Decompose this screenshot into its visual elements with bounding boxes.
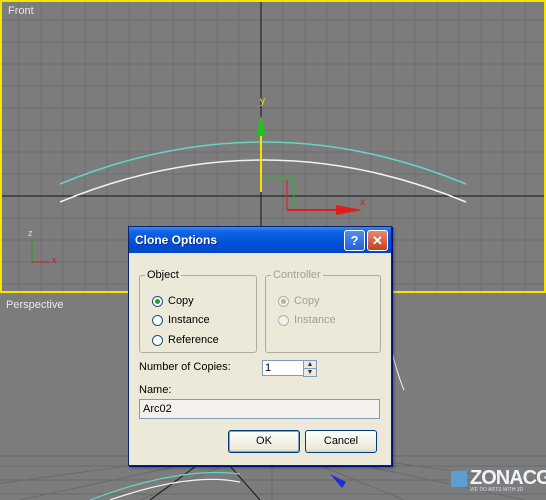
spinner-arrows: ▲ ▼: [303, 360, 317, 377]
radio-icon: [152, 315, 163, 326]
object-group: Object Copy Instance Reference: [139, 269, 257, 353]
number-of-copies-spinner[interactable]: 1 ▲ ▼: [262, 360, 317, 377]
controller-copy-label: Copy: [294, 295, 320, 307]
arc-clone-curve[interactable]: [59, 141, 467, 185]
object-instance-label: Instance: [168, 314, 210, 326]
gizmo-x-label: x: [360, 197, 365, 208]
controller-group: Controller Copy Instance: [265, 269, 381, 353]
zonacg-watermark: ZONACG WE DO ARTS WITH 3D: [451, 467, 546, 497]
close-button[interactable]: ✕: [367, 230, 388, 251]
zonacg-logo-icon: [451, 471, 467, 487]
persp-arc-edge: [391, 351, 405, 391]
object-reference-label: Reference: [168, 334, 219, 346]
persp-arc-clone: [89, 471, 241, 500]
dialog-title: Clone Options: [135, 233, 217, 247]
radio-icon: [278, 315, 289, 326]
radio-selected-icon: [278, 296, 289, 307]
help-icon: ?: [350, 233, 359, 248]
persp-arc-original: [109, 478, 241, 500]
triad-z-label: z: [28, 228, 33, 238]
persp-gizmo-arrow: [330, 474, 346, 488]
number-of-copies-label: Number of Copies:: [139, 361, 231, 373]
dialog-titlebar[interactable]: Clone Options ? ✕: [129, 227, 391, 253]
controller-instance-label: Instance: [294, 314, 336, 326]
gizmo-y-label: y: [260, 96, 265, 107]
radio-selected-icon: [152, 296, 163, 307]
gizmo-plane-handle-green[interactable]: [264, 177, 295, 208]
name-label: Name:: [139, 384, 172, 396]
name-input[interactable]: Arc02: [139, 399, 380, 419]
spinner-down-icon[interactable]: ▼: [303, 368, 317, 377]
move-gizmo[interactable]: [256, 116, 362, 215]
object-copy-label: Copy: [168, 295, 194, 307]
cancel-button[interactable]: Cancel: [305, 430, 377, 453]
triad-x-label: x: [52, 255, 57, 265]
object-group-legend: Object: [147, 269, 179, 281]
perspective-viewport-label[interactable]: Perspective: [6, 299, 63, 311]
front-viewport-label[interactable]: Front: [8, 5, 34, 17]
controller-group-legend: Controller: [273, 269, 321, 281]
radio-icon: [152, 335, 163, 346]
zonacg-logo-subtitle: WE DO ARTS WITH 3D: [470, 487, 524, 493]
ok-button[interactable]: OK: [228, 430, 300, 453]
close-icon: ✕: [372, 233, 383, 248]
help-button[interactable]: ?: [344, 230, 365, 251]
perspective-axis-line-2: [229, 465, 261, 500]
gizmo-y-arrow[interactable]: [256, 116, 266, 136]
number-of-copies-input[interactable]: 1: [262, 360, 304, 376]
clone-options-dialog: Clone Options ? ✕ Object Copy Instance R…: [128, 226, 392, 466]
